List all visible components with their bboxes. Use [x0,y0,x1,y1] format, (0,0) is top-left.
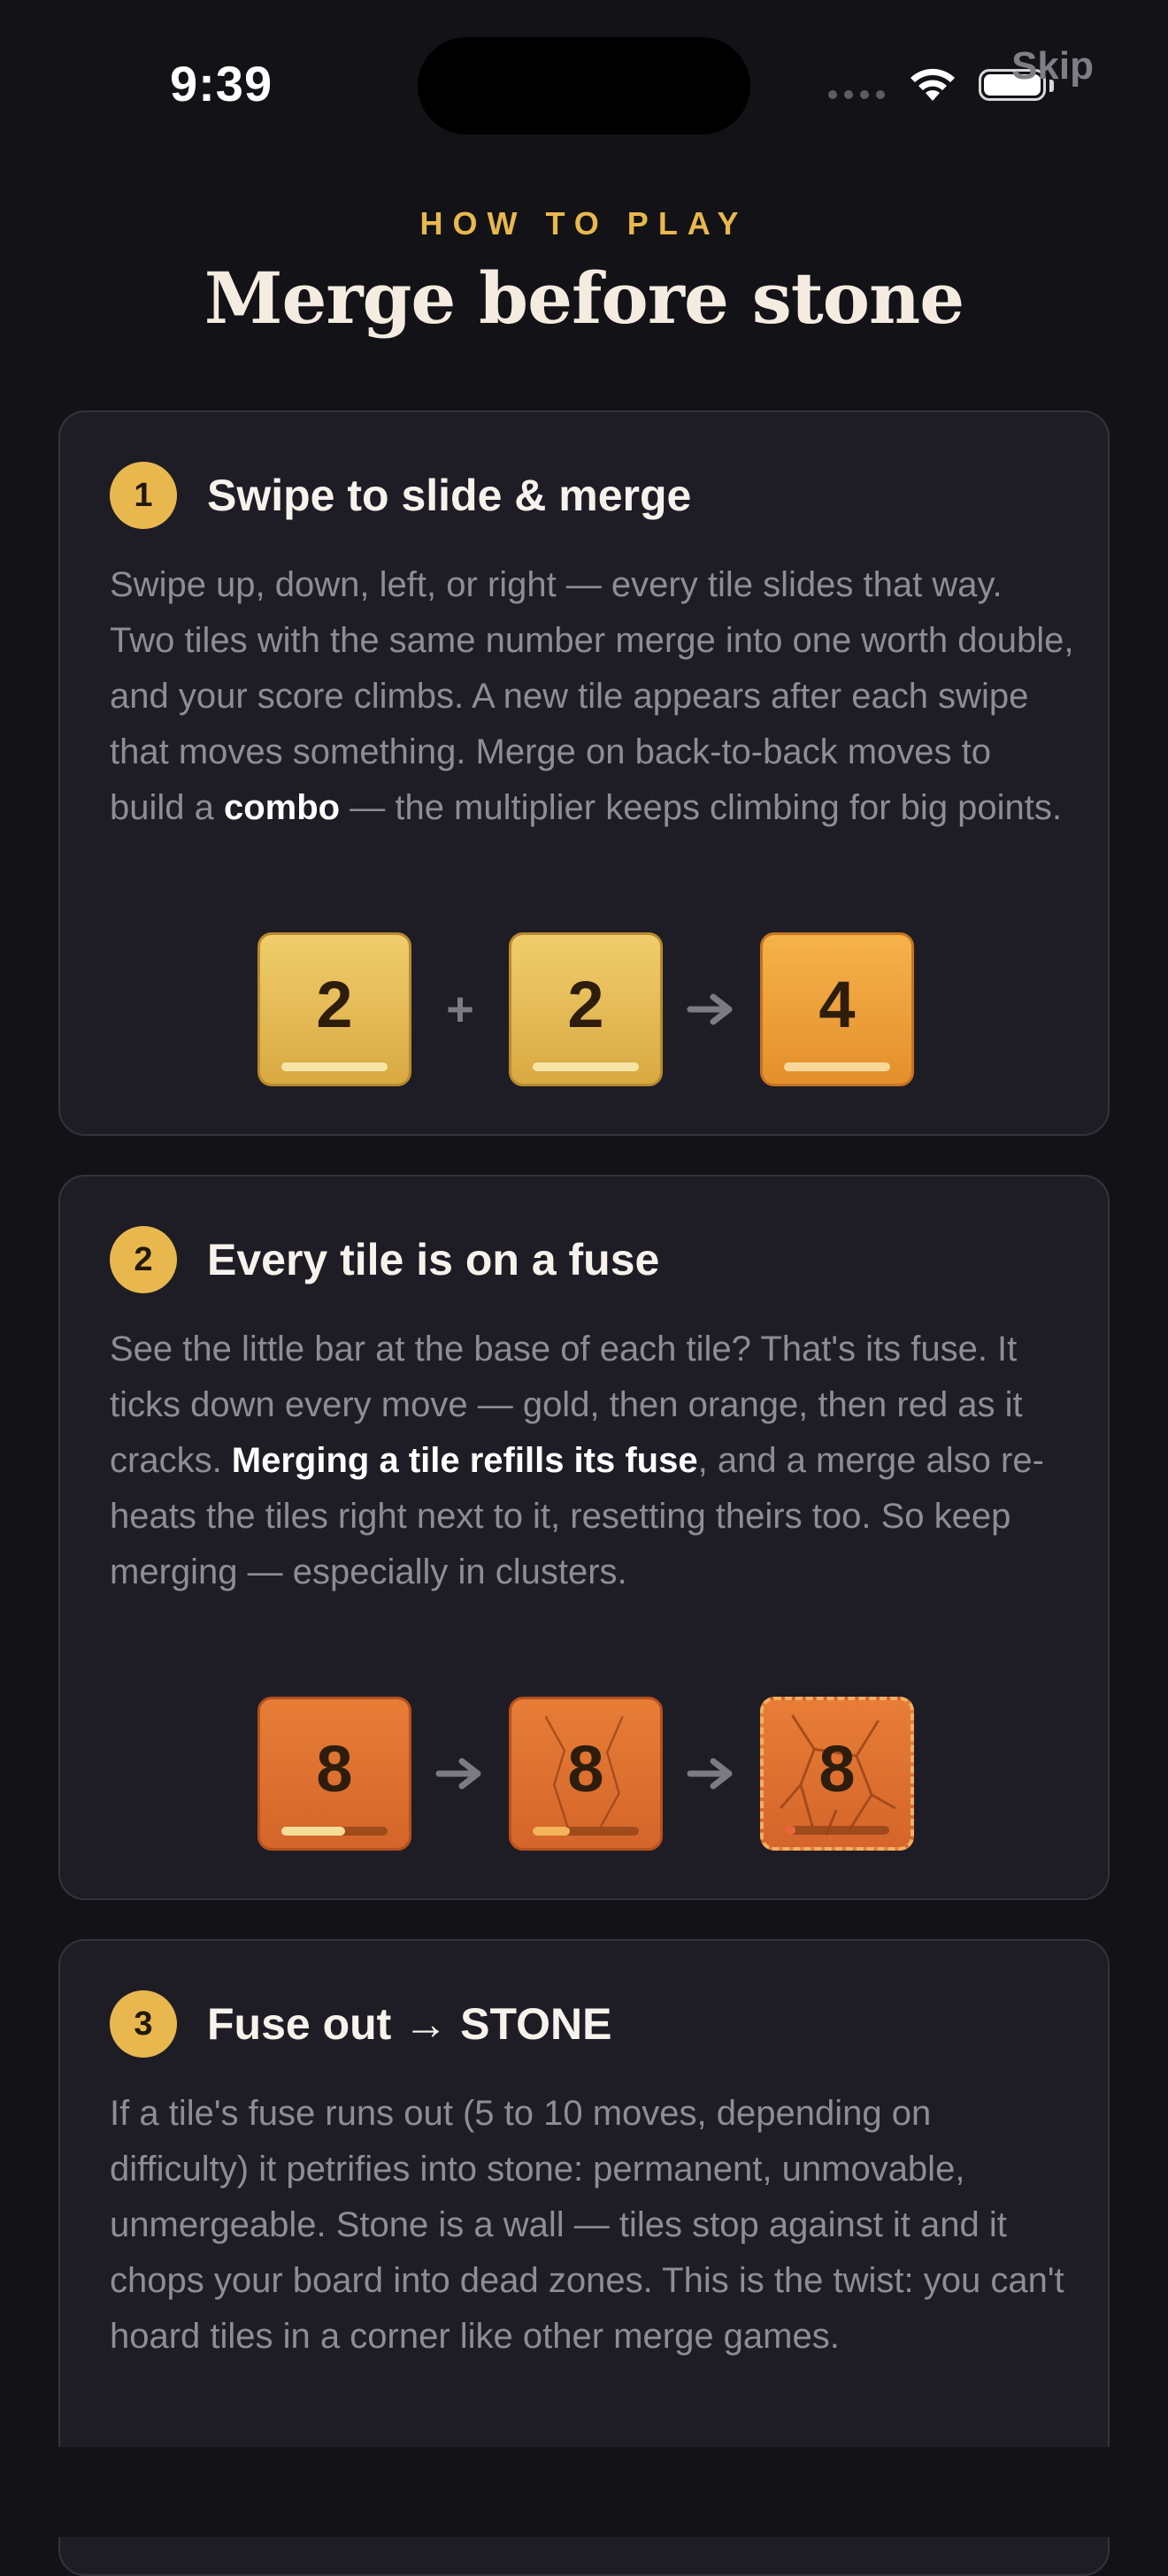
card-title: Swipe to slide & merge [207,471,692,520]
card-body: See the little bar at the base of each t… [110,1322,1074,1600]
card-body: Swipe up, down, left, or right — every t… [110,557,1074,836]
tile-demo: 2 [257,932,411,1086]
page-title: Merge before stone [204,257,964,340]
card-title: Fuse out → STONE [207,1999,612,2049]
signal-dots-icon [828,90,885,99]
merge-demo: 2 + 2 4 [60,932,1111,1086]
body-emphasis: combo [223,788,341,827]
tile-demo-crumbling: 8 [760,1697,914,1851]
plus-sign: + [446,983,474,1036]
tile-value: 2 [567,967,604,1041]
tile-demo-cracking: 8 [509,1697,663,1851]
arrow-right-icon [663,990,760,1029]
step-number-badge: 3 [110,1990,177,2058]
fuse-demo: 8 8 8 [60,1697,1111,1851]
tile-value: 2 [316,967,353,1041]
tile-value: 4 [818,967,856,1041]
card-header: 3 Fuse out → STONE [110,1990,611,2058]
card-body: If a tile's fuse runs out (5 to 10 moves… [110,2094,1064,2356]
tile-demo: 2 [509,932,663,1086]
tile-value: 8 [567,1731,604,1806]
card-swipe-merge: 1 Swipe to slide & merge Swipe up, down,… [58,410,1110,1136]
tile-value: 8 [316,1731,353,1806]
arrow-right-icon [411,1754,509,1793]
status-time: 9:39 [170,56,273,111]
card-header: 2 Every tile is on a fuse [110,1226,659,1293]
tile-demo: 8 [257,1697,411,1851]
arrow-right-icon [663,1754,760,1793]
skip-button[interactable]: Skip [1011,44,1094,88]
dynamic-island [418,37,750,134]
section-eyebrow: HOW TO PLAY [419,205,749,242]
body-emphasis: Merging a tile refills its fuse [231,1441,698,1480]
tile-demo-result: 4 [760,932,914,1086]
step-number-badge: 1 [110,462,177,529]
card-fuse: 2 Every tile is on a fuse See the little… [58,1175,1110,1900]
card-header: 1 Swipe to slide & merge [110,462,691,529]
step-number-badge: 2 [110,1226,177,1293]
wifi-icon [911,68,955,101]
body-text: — the multiplier keeps climbing for big … [340,788,1063,827]
tile-value: 8 [818,1731,856,1806]
bottom-fade [0,2447,1168,2537]
card-title: Every tile is on a fuse [207,1235,660,1284]
